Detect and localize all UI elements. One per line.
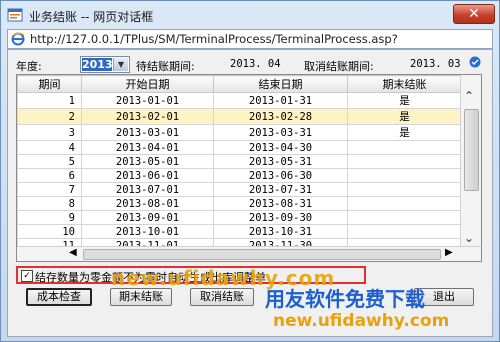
end-date-cell: 2013-07-31 [213,182,348,197]
start-date-cell: 2013-01-01 [81,92,214,109]
scroll-left-icon[interactable]: ◀ [69,247,77,258]
cancel-close-button[interactable]: 取消结账 [190,288,254,306]
period-table: 期间 开始日期 结束日期 期末结账 1 2013-01-01 2013-01-31 是… [17,75,462,253]
period-cell: 4 [17,140,82,155]
dialog-app-icon [7,8,23,22]
cancel-period-label: 取消结账期间: [304,60,374,73]
year-label: 年度: [16,60,42,73]
end-date-cell: 2013-01-31 [213,92,348,109]
table-row[interactable]: 7 2013-07-01 2013-07-31 [17,182,462,197]
period-close-button[interactable]: 期末结账 [110,288,172,306]
scroll-right-icon[interactable]: ▶ [445,247,453,258]
start-date-cell: 2013-07-01 [81,182,214,197]
closed-cell: 是 [347,124,462,141]
cancel-period-value: 2013. 03 [410,58,461,70]
closed-cell: 是 [347,108,462,125]
address-bar: http://127.0.0.1/TPlus/SM/TerminalProces… [7,29,493,49]
closed-cell: 是 [347,92,462,109]
period-cell: 9 [17,210,82,225]
closed-cell [347,154,462,169]
column-header[interactable]: 结束日期 [213,75,348,93]
info-icon [469,56,481,68]
table-row[interactable]: 8 2013-08-01 2013-08-31 [17,196,462,211]
column-header[interactable]: 期末结账 [347,75,462,93]
start-date-cell: 2013-03-01 [81,124,214,141]
period-grid: 期间 开始日期 结束日期 期末结账 1 2013-01-01 2013-01-31 是… [16,74,482,262]
end-date-cell: 2013-09-30 [213,210,348,225]
window-title: 业务结账 -- 网页对话框 [29,10,154,24]
start-date-cell: 2013-08-01 [81,196,214,211]
ie-page-icon [11,32,25,46]
start-date-cell: 2013-10-01 [81,224,214,239]
scroll-down-icon[interactable]: ⌄ [464,231,474,245]
close-button[interactable]: ✕ [453,4,495,24]
closed-cell [347,182,462,197]
url-text: http://127.0.0.1/TPlus/SM/TerminalProces… [30,32,398,46]
cost-check-button[interactable]: 成本检查 [26,288,92,306]
start-date-cell: 2013-06-01 [81,168,214,183]
table-row[interactable]: 3 2013-03-01 2013-03-31 是 [17,124,462,141]
watermark-url-2: new.ufidawhy.com [273,311,450,331]
closed-cell [347,168,462,183]
period-cell: 10 [17,224,82,239]
end-date-cell: 2013-04-30 [213,140,348,155]
table-row[interactable]: 4 2013-04-01 2013-04-30 [17,140,462,155]
year-value: 2013 [82,58,113,71]
period-cell: 8 [17,196,82,211]
table-header-row: 期间 开始日期 结束日期 期末结账 [17,75,462,93]
period-cell: 3 [17,124,82,141]
end-date-cell: 2013-03-31 [213,124,348,141]
table-row[interactable]: 10 2013-10-01 2013-10-31 [17,224,462,239]
end-date-cell: 2013-10-31 [213,224,348,239]
table-row[interactable]: 1 2013-01-01 2013-01-31 是 [17,92,462,109]
scroll-thumb[interactable] [464,109,479,191]
period-cell: 5 [17,154,82,169]
closed-cell [347,140,462,155]
start-date-cell: 2013-09-01 [81,210,214,225]
start-date-cell: 2013-02-01 [81,108,214,125]
start-date-cell: 2013-05-01 [81,154,214,169]
period-cell: 2 [17,108,82,125]
pending-period-label: 待结账期间: [136,60,195,73]
table-row[interactable]: 6 2013-06-01 2013-06-30 [17,168,462,183]
scroll-thumb-horizontal[interactable] [83,249,441,260]
end-date-cell: 2013-06-30 [213,168,348,183]
watermark-slogan: 用友软件免费下载 [265,287,425,311]
table-row[interactable]: 9 2013-09-01 2013-09-30 [17,210,462,225]
auto-adjust-checkbox[interactable]: ✓ [21,270,33,282]
period-cell: 1 [17,92,82,109]
column-header[interactable]: 期间 [17,75,82,93]
start-date-cell: 2013-04-01 [81,140,214,155]
table-row[interactable]: 2 2013-02-01 2013-02-28 是 [17,108,462,125]
scroll-up-icon[interactable]: ⌃ [464,89,474,103]
horizontal-scrollbar[interactable]: ◀ ▶ [17,246,481,261]
closed-cell [347,210,462,225]
end-date-cell: 2013-05-31 [213,154,348,169]
table-row[interactable]: 5 2013-05-01 2013-05-31 [17,154,462,169]
vertical-scrollbar[interactable]: ⌃ ⌄ [460,75,481,247]
end-date-cell: 2013-08-31 [213,196,348,211]
dialog-window: 业务结账 -- 网页对话框 ✕ http://127.0.0.1/TPlus/S… [0,0,500,342]
closed-cell [347,196,462,211]
pending-period-value: 2013. 04 [230,58,281,70]
period-cell: 7 [17,182,82,197]
end-date-cell: 2013-02-28 [213,108,348,125]
title-bar: 业务结账 -- 网页对话框 ✕ [1,1,499,29]
chevron-down-icon[interactable]: ▼ [113,58,128,71]
year-select[interactable]: 2013 ▼ [80,56,130,73]
filter-row: 年度: 2013 ▼ 待结账期间: 2013. 04 取消结账期间: 2013.… [12,56,490,74]
closed-cell [347,224,462,239]
column-header[interactable]: 开始日期 [81,75,214,93]
period-cell: 6 [17,168,82,183]
